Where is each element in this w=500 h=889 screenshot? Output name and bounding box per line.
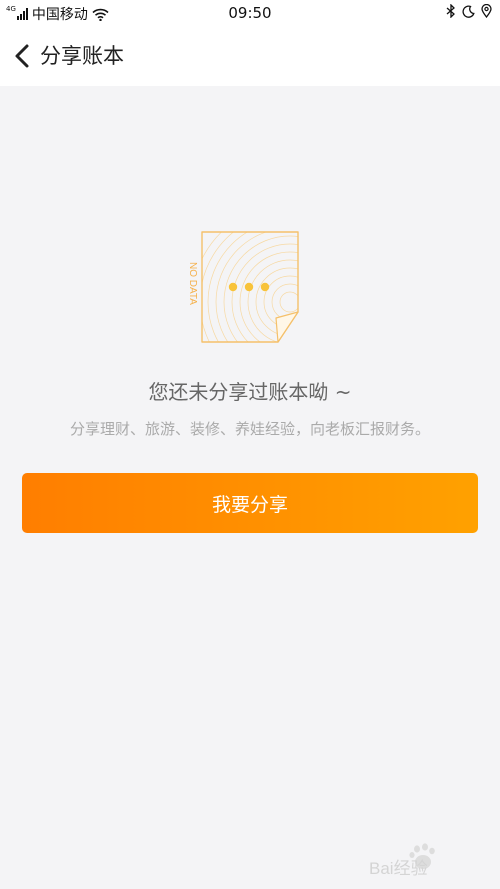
- page-title: 分享账本: [40, 44, 124, 68]
- moon-icon: [462, 5, 475, 18]
- chevron-left-icon: [15, 44, 29, 68]
- baidu-watermark: Bai经验: [369, 843, 435, 878]
- empty-title: 您还未分享过账本呦 ~: [148, 380, 352, 404]
- status-time: 09:50: [228, 4, 272, 22]
- bluetooth-icon: [446, 4, 455, 18]
- no-data-illustration: NO DATA: [187, 231, 299, 343]
- location-icon: [481, 4, 492, 18]
- no-data-badge: NO DATA: [187, 262, 198, 305]
- page-curl: [275, 311, 299, 343]
- dot-2: [244, 282, 254, 292]
- empty-description: 分享理财、旅游、装修、养娃经验，向老板汇报财务。: [69, 420, 430, 438]
- dot-3: [260, 282, 270, 292]
- share-button[interactable]: 我要分享: [22, 473, 478, 533]
- app-screen: 4G 中国移动 09:50 分享账本 NO DATA 您还未分享过账本呦 ~ 分…: [0, 0, 500, 889]
- back-button[interactable]: [10, 42, 36, 70]
- nav-bar: 分享账本: [0, 26, 500, 86]
- watermark-text: Bai经验: [369, 859, 428, 878]
- status-right: [446, 4, 492, 18]
- dot-1: [228, 282, 238, 292]
- status-bar: 4G 中国移动 09:50: [0, 0, 500, 26]
